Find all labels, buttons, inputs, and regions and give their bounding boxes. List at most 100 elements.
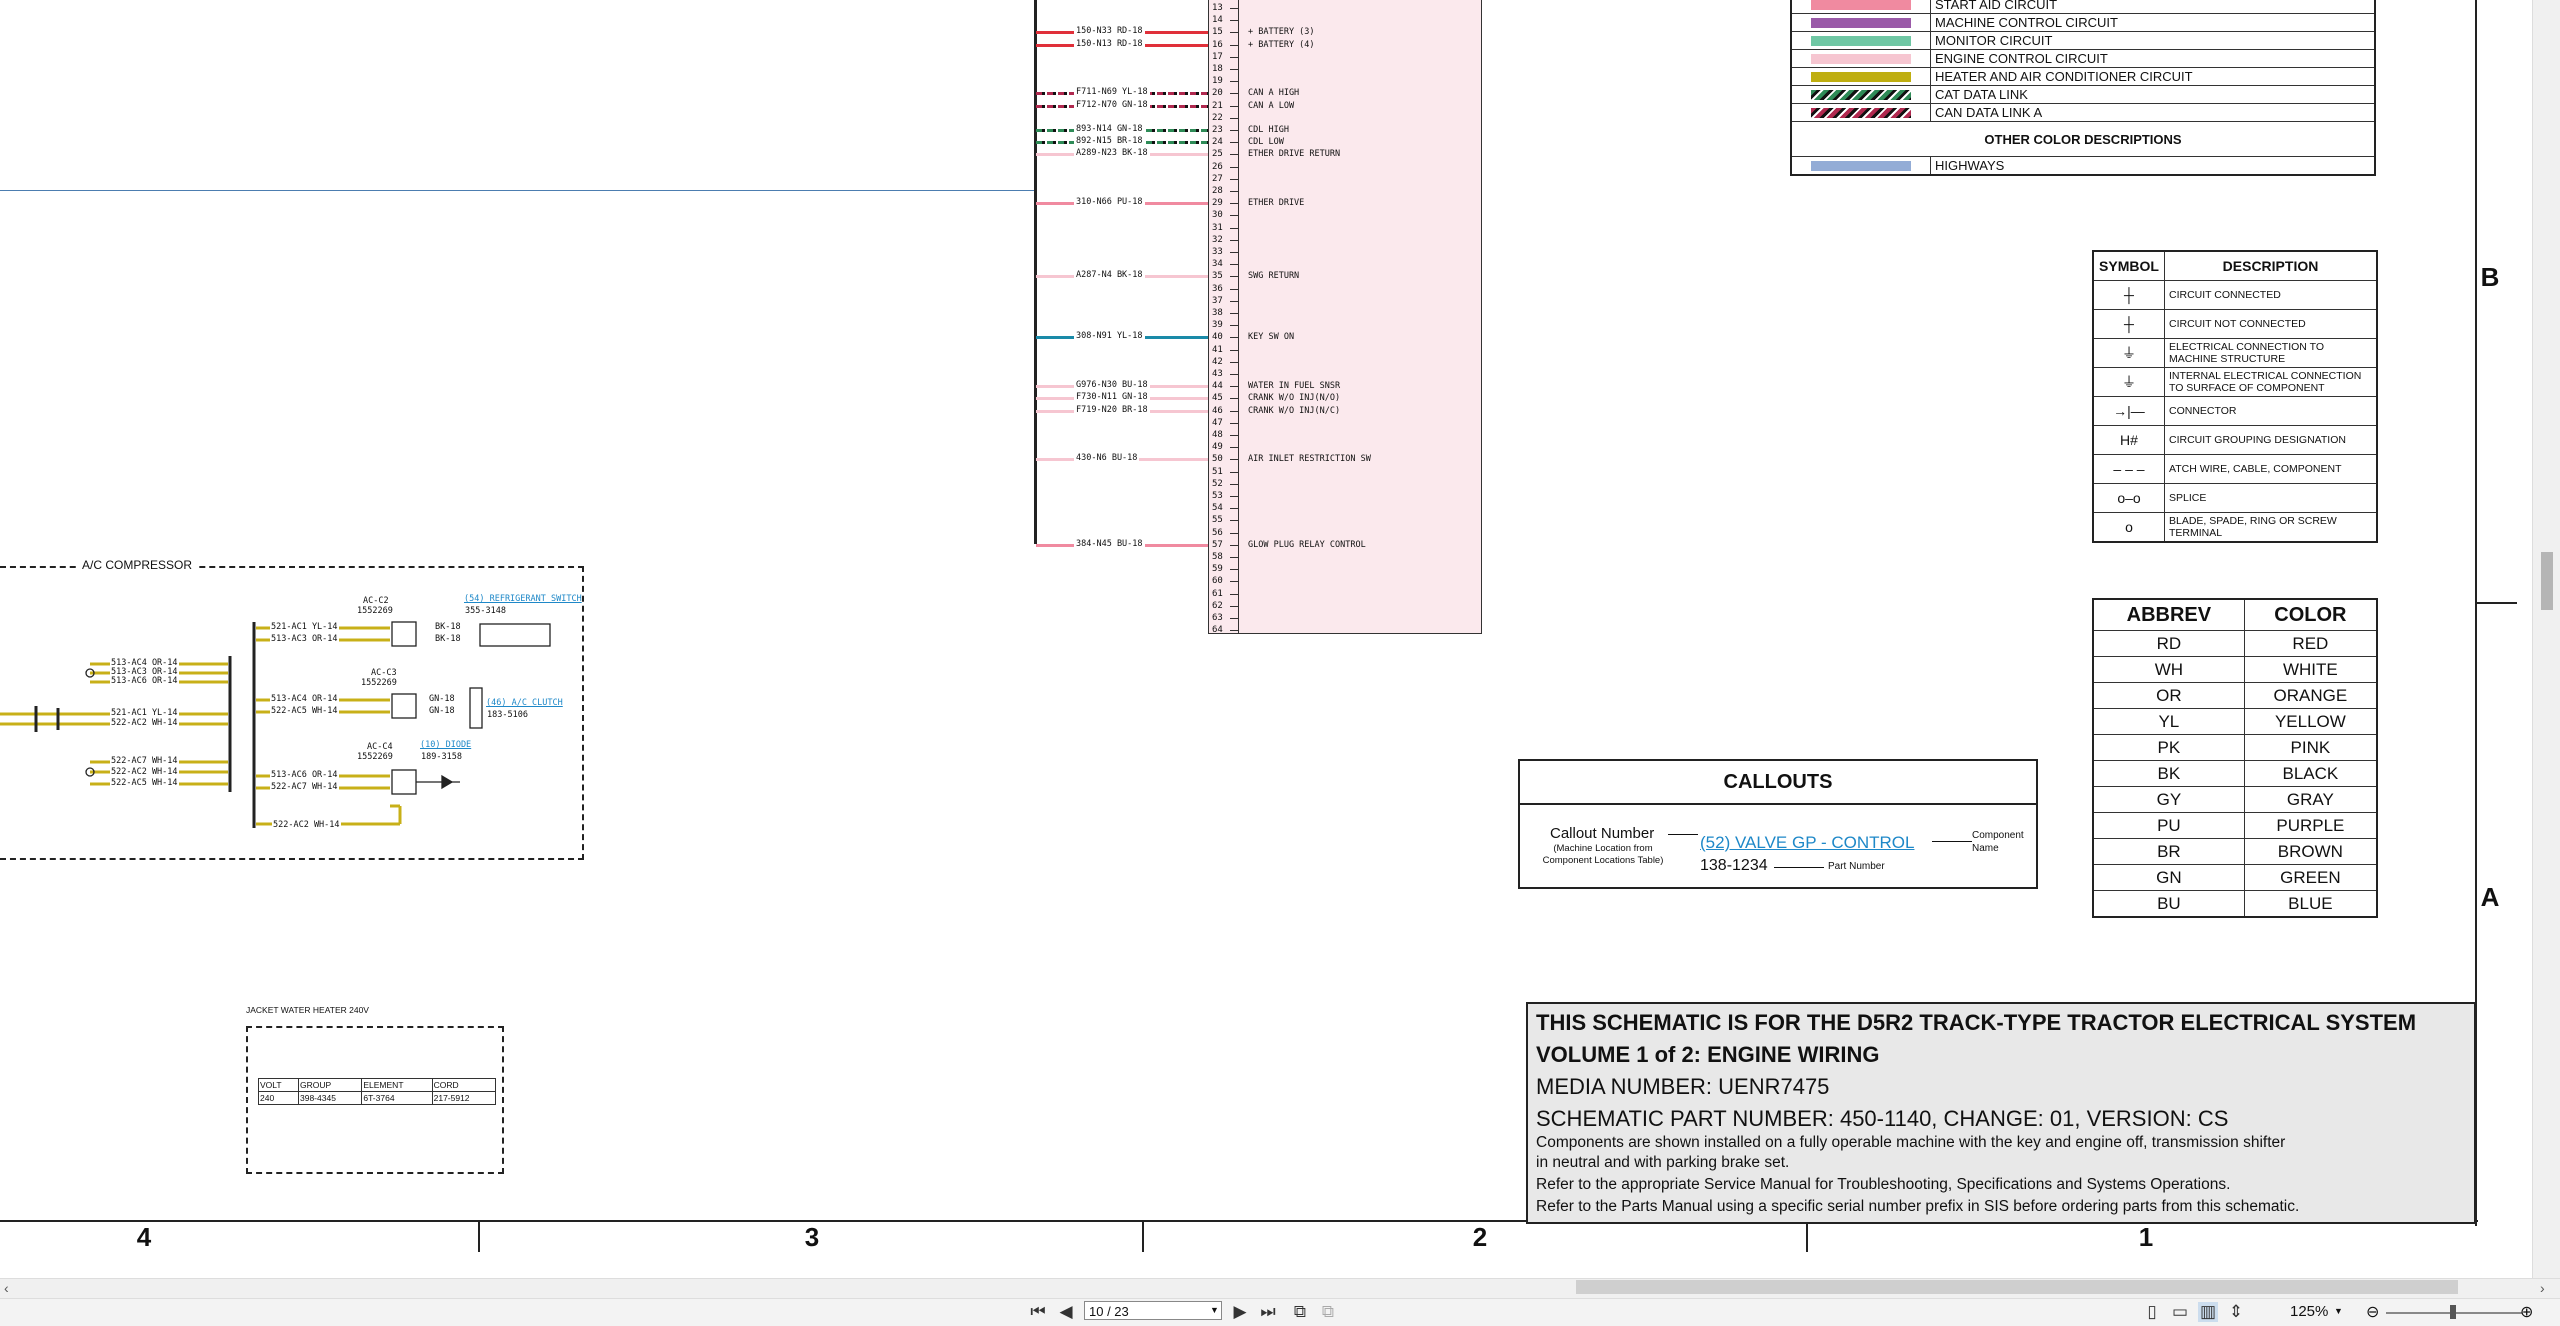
legend-row: HIGHWAYS [1790, 156, 2376, 176]
abbrev-color: WHITE [2243, 656, 2378, 683]
title-line-7: Refer to the appropriate Service Manual … [1536, 1176, 2231, 1193]
legend-row: CAN DATA LINK A [1790, 103, 2376, 122]
legend-swatch-cell [1790, 13, 1931, 32]
symbol-description: CONNECTOR [2164, 396, 2378, 426]
ac-wire-label: BK-18 [434, 634, 462, 644]
connector-pin-label: + BATTERY (3) [1248, 27, 1315, 38]
paste-page-icon[interactable]: ⧉ [1318, 1302, 1338, 1322]
connector-pin-number: 26 [1212, 161, 1223, 172]
last-page-icon[interactable]: ⏭ [1258, 1302, 1278, 1322]
zoom-level[interactable]: 125% [2290, 1303, 2328, 1320]
symbol-cell: ┼ [2092, 309, 2165, 339]
connector-pin-number: 13 [1212, 3, 1223, 13]
connector-pin-number: 23 [1212, 125, 1223, 135]
connector-pin-tick [1230, 532, 1238, 534]
abbrev-row: YL YELLOW [2092, 708, 2378, 735]
ac-wire-label: 513-AC6 OR-14 [110, 676, 179, 686]
scroll-left-icon[interactable]: ‹ [4, 1280, 9, 1296]
connector-wire-label: A289-N23 BK-18 [1074, 148, 1150, 159]
connector-pin-number: 21 [1212, 100, 1223, 111]
symbol-row: ┼ CIRCUIT NOT CONNECTED [2092, 309, 2378, 339]
part-number-label: Part Number [1828, 861, 1885, 872]
ac-clutch-link[interactable]: (46) A/C CLUTCH [486, 698, 563, 708]
abbrev-code: RD [2092, 630, 2245, 657]
zoom-out-icon[interactable]: ⊖ [2366, 1302, 2379, 1322]
connector-pin-tick [1230, 422, 1238, 424]
legend-label: CAN DATA LINK A [1930, 103, 2376, 122]
connector-pin-number: 60 [1212, 576, 1223, 587]
legend-swatch-cell [1790, 85, 1931, 104]
connector-pin-tick [1230, 386, 1238, 388]
connector-pin-number: 20 [1212, 88, 1223, 99]
schematic-canvas: B A 4 3 2 1 13 14 15 16 17 18 19 20 21 22 23 24 25 26… [0, 0, 2532, 1278]
terminal-icon: o [2125, 519, 2133, 535]
symbol-cell: ⏚ [2092, 338, 2165, 368]
ac-wire-label: 522-AC2 WH-14 [110, 767, 179, 777]
vertical-scroll-thumb[interactable] [2541, 552, 2553, 610]
color-legend-table: START AID CIRCUIT MACHINE CONTROL CIRCUIT… [1790, 0, 2376, 176]
continuous-view-icon[interactable]: ▭ [2170, 1302, 2190, 1322]
symbol-row: o BLADE, SPADE, RING OR SCREW TERMINAL [2092, 512, 2378, 543]
next-page-icon[interactable]: ▶ [1230, 1302, 1250, 1322]
zoom-in-icon[interactable]: ⊕ [2520, 1302, 2533, 1322]
first-page-icon[interactable]: ⏮ [1028, 1302, 1048, 1322]
symbol-description: SPLICE [2164, 483, 2378, 513]
connector-pin-label: CDL HIGH [1248, 125, 1289, 135]
vertical-scrollbar[interactable] [2532, 0, 2560, 1278]
circuit-group-icon: H# [2120, 432, 2138, 448]
symbol-row: o–o SPLICE [2092, 483, 2378, 513]
connector-pin-tick [1230, 8, 1238, 9]
connector-pin-number: 62 [1212, 600, 1223, 611]
single-page-view-icon[interactable]: ▯ [2142, 1302, 2162, 1322]
harness-bus [1034, 0, 1037, 544]
ac-clutch-part: 183-5106 [486, 710, 529, 720]
symbol-table: SYMBOL DESCRIPTION ┼ CIRCUIT CONNECTED ┼ CI… [2092, 250, 2378, 543]
connector-pin-number: 63 [1212, 613, 1223, 623]
zoom-slider-thumb[interactable] [2450, 1305, 2456, 1319]
abbrev-color: RED [2243, 630, 2378, 657]
zoom-dropdown-icon[interactable]: ▼ [2334, 1306, 2343, 1316]
connector-pin-tick [1230, 142, 1238, 144]
title-line-4: SCHEMATIC PART NUMBER: 450-1140, CHANGE:… [1536, 1106, 2229, 1131]
abbrev-header: ABBREV [2092, 598, 2245, 631]
abbrev-color: BLACK [2243, 760, 2378, 787]
symbol-description: CIRCUIT GROUPING DESIGNATION [2164, 425, 2378, 455]
connector-pin-tick [1230, 69, 1238, 70]
connector-pin-tick [1230, 117, 1238, 119]
heater-cord: 217-5912 [431, 1091, 497, 1105]
connector-pin-tick [1230, 288, 1238, 290]
refrigerant-switch-link[interactable]: (54) REFRIGERANT SWITCH [464, 594, 582, 604]
connector-pin-tick [1230, 435, 1238, 436]
abbrev-color: BROWN [2243, 838, 2378, 865]
ground-icon: ⏚ [2122, 345, 2136, 361]
previous-page-icon[interactable]: ◀ [1056, 1302, 1076, 1322]
copy-page-icon[interactable]: ⧉ [1290, 1302, 1310, 1322]
page-dropdown-icon[interactable]: ▼ [1210, 1305, 1219, 1315]
horizontal-scroll-thumb[interactable] [1576, 1280, 2458, 1294]
callout-example-link[interactable]: (52) VALVE GP - CONTROL [1700, 833, 1914, 853]
connector-pin-tick [1230, 44, 1238, 46]
column-divider [478, 1222, 480, 1252]
connector-pin-tick [1230, 130, 1238, 131]
abbrev-color: PINK [2243, 734, 2378, 761]
legend-swatch-cell [1790, 49, 1931, 68]
scroll-right-icon[interactable]: › [2540, 1280, 2545, 1296]
connector-pin-tick [1230, 81, 1238, 83]
connector-pin-tick [1230, 447, 1238, 449]
other-colors-title: OTHER COLOR DESCRIPTIONS [1790, 121, 2376, 157]
fit-view-icon[interactable]: ⇕ [2226, 1302, 2246, 1322]
connector-pin-tick [1230, 483, 1238, 485]
abbrev-code: WH [2092, 656, 2245, 683]
two-page-view-icon[interactable]: ▥ [2198, 1302, 2218, 1322]
connector-wire-label: 892-N15 BR-18 [1074, 136, 1145, 147]
ac-wire-label: 522-AC2 WH-14 [272, 820, 341, 830]
connector-pin-number: 51 [1212, 466, 1223, 477]
connector-pin-label: AIR INLET RESTRICTION SW [1248, 454, 1371, 465]
connector-pin-number: 40 [1212, 332, 1223, 343]
connector-pin-number: 56 [1212, 527, 1223, 538]
connector-pin-label: CRANK W/O INJ(N/C) [1248, 405, 1341, 416]
connector-part-ac-c3: 1552269 [360, 678, 398, 688]
page-number-input[interactable]: 10 / 23 [1084, 1301, 1222, 1320]
connector-pin-tick [1230, 398, 1238, 400]
diode-link[interactable]: (10) DIODE [420, 740, 471, 750]
